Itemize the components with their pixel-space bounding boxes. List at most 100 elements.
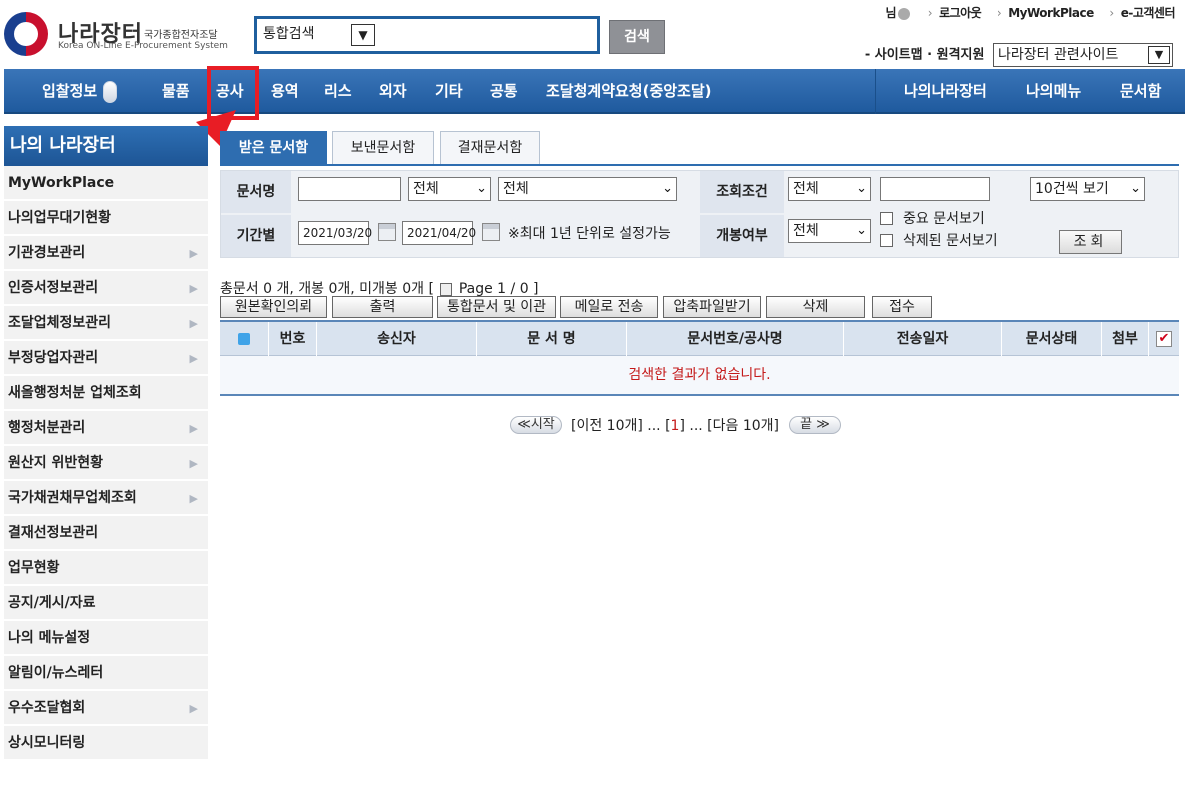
doc-name-input[interactable] [298, 177, 401, 201]
sidebar-item-label: 상시모니터링 [8, 735, 86, 751]
related-sites-select[interactable]: 나라장터 관련사이트 ▼ [993, 43, 1173, 67]
chevron-down-icon: ⌄ [476, 181, 487, 196]
tab-received[interactable]: 받은 문서함 [220, 131, 327, 165]
deleted-docs-checkbox[interactable] [880, 234, 893, 247]
email-send-button[interactable]: 메일로 전송 [560, 296, 658, 318]
sitemap-remote-link[interactable]: - 사이트맵 · 원격지원 [865, 48, 985, 63]
important-docs-checkbox[interactable] [880, 212, 893, 225]
select-value: 전체 [503, 181, 529, 197]
sidebar-item-label: 업무현황 [8, 560, 60, 576]
site-logo[interactable]: 나라장터 국가종합전자조달 Korea ON-Line E-Procuremen… [4, 12, 244, 58]
sidebar-item-approval-line[interactable]: 결재선정보관리 [4, 516, 208, 551]
column-doc-status: 문서상태 [1001, 322, 1101, 356]
query-text-input[interactable] [880, 177, 990, 201]
nav-item-central-procurement[interactable]: 조달청계약요청(중앙조달) [546, 69, 712, 114]
filter-panel: 문서명 전체 ⌄ 전체 ⌄ 조회조건 전체 ⌄ 10건씩 보기 ⌄ 기간별 2021/0… [220, 170, 1179, 258]
download-zip-button[interactable]: 압축파일받기 [663, 296, 761, 318]
date-to-input[interactable]: 2021/04/20 [402, 221, 476, 245]
logout-link[interactable]: 로그아웃 [939, 6, 982, 20]
chevron-right-icon: ▶ [189, 282, 198, 295]
chevron-down-icon[interactable]: ▼ [351, 24, 375, 46]
star-icon [238, 333, 250, 345]
sidebar-item-label: 나의 메뉴설정 [8, 630, 91, 646]
last-page-button[interactable]: 끝 ≫ [789, 416, 841, 434]
customer-center-link[interactable]: e-고객센터 [1121, 6, 1176, 20]
doc-type-select-1[interactable]: 전체 ⌄ [408, 177, 491, 201]
select-value: 전체 [793, 223, 819, 239]
open-status-select[interactable]: 전체 ⌄ [788, 219, 871, 243]
nav-item-etc[interactable]: 기타 [435, 69, 463, 114]
next-ten-link[interactable]: ] ... [다음 10개] [679, 418, 779, 434]
sidebar-item-national-debt[interactable]: 국가채권채무업체조회 ▶ [4, 481, 208, 516]
doc-type-select-2[interactable]: 전체 ⌄ [498, 177, 677, 201]
sidebar-item-monitoring[interactable]: 상시모니터링 [4, 726, 208, 761]
search-scope-select[interactable]: 통합검색 [263, 23, 315, 43]
select-all-checkbox[interactable]: ✔ [1148, 322, 1179, 356]
nav-item-my-naraj[interactable]: 나의나라장터 [904, 69, 987, 114]
summary-counts: 총문서 0 개, 개봉 0개, 미개봉 0개 [ [220, 281, 434, 297]
request-original-button[interactable]: 원본확인의뢰 [220, 296, 327, 318]
nav-item-common[interactable]: 공통 [490, 69, 518, 114]
sidebar-item-notice-board[interactable]: 공지/게시/자료 [4, 586, 208, 621]
table-header: 번호 송신자 문 서 명 문서번호/공사명 전송일자 문서상태 첨부 ✔ [220, 320, 1179, 356]
deleted-docs-label: 삭제된 문서보기 [903, 233, 998, 249]
chevron-right-icon: ▶ [189, 702, 198, 715]
calendar-icon[interactable] [482, 223, 500, 241]
nav-item-foreign[interactable]: 외자 [379, 69, 407, 114]
sidebar-item-label: 공지/게시/자료 [8, 595, 96, 611]
calendar-icon[interactable] [378, 223, 396, 241]
sidebar-item-label: MyWorkPlace [8, 175, 115, 191]
sidebar-item-label: 결재선정보관리 [8, 525, 99, 541]
sidebar-item-label: 조달업체정보관리 [8, 315, 112, 331]
sidebar-item-certificate[interactable]: 인증서정보관리 ▶ [4, 271, 208, 306]
first-page-button[interactable]: ≪시작 [510, 416, 562, 434]
sidebar-item-label: 나의업무대기현황 [8, 210, 112, 226]
sidebar-item-vendor-info[interactable]: 조달업체정보관리 ▶ [4, 306, 208, 341]
sidebar-item-excellent-procurement[interactable]: 우수조달협회 ▶ [4, 691, 208, 726]
nav-item-bid-info[interactable]: 입찰정보 [42, 69, 118, 114]
date-from-input[interactable]: 2021/03/20 [298, 221, 372, 245]
print-button[interactable]: 출력 [332, 296, 433, 318]
select-all-star[interactable] [220, 322, 268, 356]
tab-sent[interactable]: 보낸문서함 [332, 131, 434, 165]
page-size-select[interactable]: 10건씩 보기 ⌄ [1030, 177, 1145, 201]
sidebar-item-admin-disposition[interactable]: 행정처분관리 ▶ [4, 411, 208, 446]
empty-message: 검색한 결과가 없습니다. [628, 367, 771, 383]
column-number: 번호 [268, 322, 316, 356]
sidebar-item-label: 새올행정처분 업체조회 [8, 385, 142, 401]
nav-item-services[interactable]: 용역 [271, 69, 299, 114]
delete-button[interactable]: 삭제 [766, 296, 865, 318]
sidebar-item-newsletter[interactable]: 알림이/뉴스레터 [4, 656, 208, 691]
nav-item-lease[interactable]: 리스 [324, 69, 352, 114]
sidebar-item-myworkplace[interactable]: MyWorkPlace [4, 166, 208, 201]
chevron-down-icon[interactable]: ▼ [1148, 46, 1170, 64]
nav-item-document-box[interactable]: 문서함 [1120, 69, 1161, 114]
sidebar-item-work-status[interactable]: 업무현황 [4, 551, 208, 586]
sidebar-item-menu-settings[interactable]: 나의 메뉴설정 [4, 621, 208, 656]
sidebar-item-debarred-vendors[interactable]: 부정당업자관리 ▶ [4, 341, 208, 376]
query-cond-select[interactable]: 전체 ⌄ [788, 177, 871, 201]
sidebar-item-label: 부정당업자관리 [8, 350, 99, 366]
prev-ten-link[interactable]: [이전 10개] ... [ [571, 418, 671, 434]
chevron-down-icon: ⌄ [856, 223, 867, 238]
sidebar-item-admin-disposition-lookup[interactable]: 새올행정처분 업체조회 [4, 376, 208, 411]
sidebar-item-label: 인증서정보관리 [8, 280, 99, 296]
column-sent-date: 전송일자 [843, 322, 1001, 356]
merge-transfer-button[interactable]: 통합문서 및 이관 [437, 296, 556, 318]
utility-links-secondary: - 사이트맵 · 원격지원 나라장터 관련사이트 ▼ [865, 43, 1173, 67]
column-doc-name: 문 서 명 [476, 322, 626, 356]
sidebar-item-origin-violation[interactable]: 원산지 위반현황 ▶ [4, 446, 208, 481]
sidebar-item-pending-tasks[interactable]: 나의업무대기현황 [4, 201, 208, 236]
sidebar-item-agency-info[interactable]: 기관경보관리 ▶ [4, 236, 208, 271]
chevron-right-icon: ▶ [189, 457, 198, 470]
unified-search-box[interactable]: 통합검색 ▼ [254, 16, 600, 54]
query-button[interactable]: 조회 [1059, 230, 1122, 254]
nav-item-my-menu[interactable]: 나의메뉴 [1026, 69, 1081, 114]
related-sites-value: 나라장터 관련사이트 [998, 47, 1119, 63]
receive-button[interactable]: 접수 [872, 296, 932, 318]
settings-icon[interactable] [898, 7, 911, 20]
tab-approval[interactable]: 결재문서함 [440, 131, 540, 165]
chevron-down-icon: ⌄ [1130, 181, 1141, 196]
myworkplace-link[interactable]: MyWorkPlace [1008, 6, 1094, 20]
search-button[interactable]: 검색 [609, 20, 665, 54]
